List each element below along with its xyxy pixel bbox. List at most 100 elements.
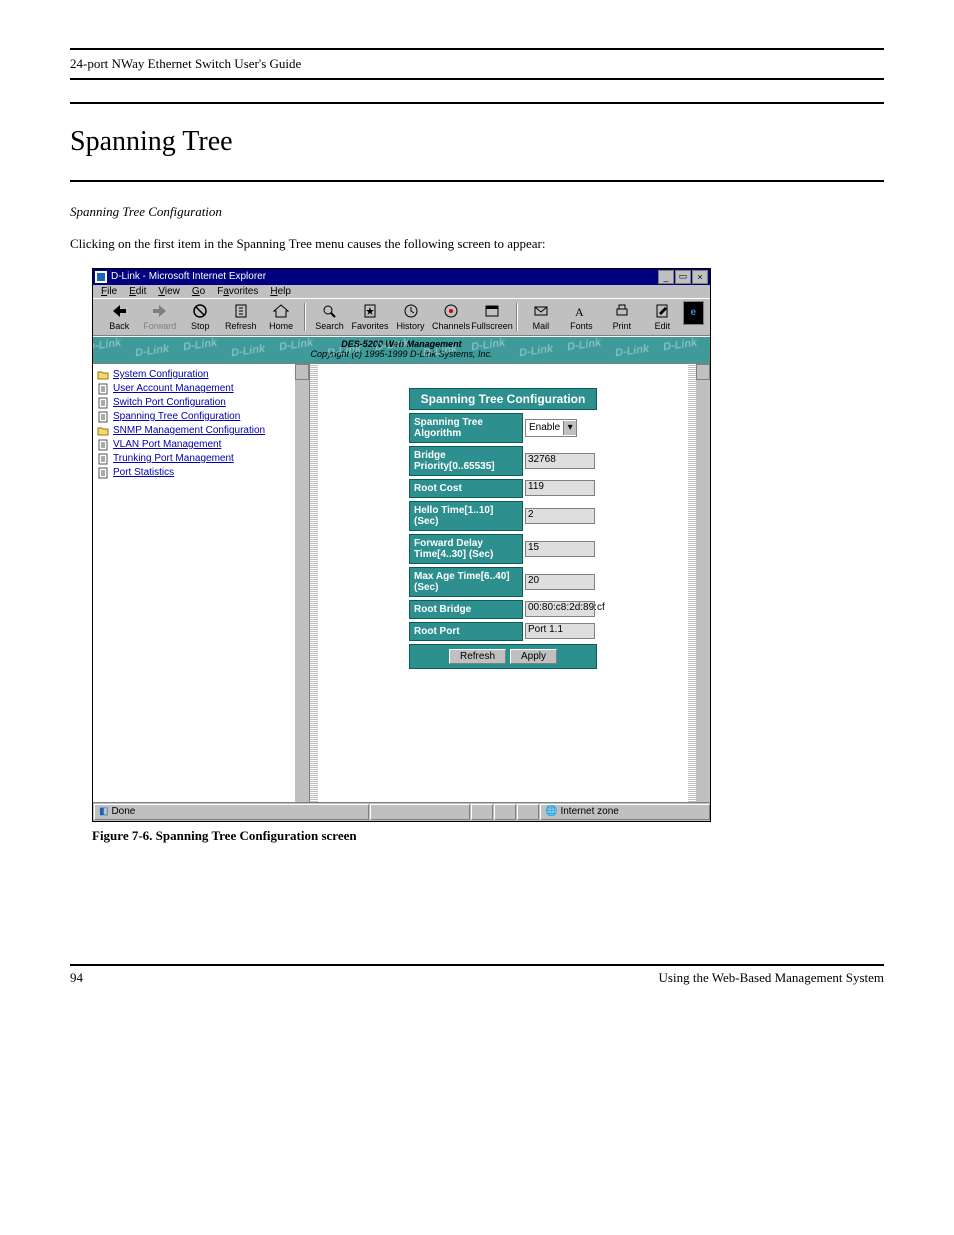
svg-text:A: A: [575, 305, 584, 319]
sidebar-item-2[interactable]: Switch Port Configuration: [97, 396, 305, 410]
globe-icon: 🌐: [545, 806, 557, 817]
panel-row-2: Root Cost119: [409, 479, 597, 498]
page-icon: [97, 439, 109, 451]
page-icon: [97, 397, 109, 409]
field-5[interactable]: 20: [525, 574, 595, 590]
menu-favorites[interactable]: Favorites: [217, 286, 258, 297]
sidebar-item-7[interactable]: Port Statistics: [97, 466, 305, 480]
search-icon: [320, 303, 340, 319]
watermark: D-Link: [662, 336, 698, 353]
main-scrollbar[interactable]: [696, 364, 710, 802]
menu-view[interactable]: View: [158, 286, 180, 297]
sidebar-item-0[interactable]: System Configuration: [97, 368, 305, 382]
close-button[interactable]: ×: [692, 270, 708, 284]
field-2: 119: [525, 480, 595, 496]
forward-icon: [150, 303, 170, 319]
back-icon: [109, 303, 129, 319]
ie-status-icon: ◧: [99, 806, 108, 817]
row-label: Root Cost: [409, 479, 523, 498]
row-label: Max Age Time[6..40] (Sec): [409, 567, 523, 597]
maximize-button[interactable]: ▭: [675, 270, 691, 284]
toolbar-refresh[interactable]: Refresh: [220, 301, 260, 333]
watermark: D-Link: [614, 342, 650, 359]
content-area: System ConfigurationUser Account Managem…: [93, 364, 710, 802]
field-1[interactable]: 32768: [525, 453, 595, 469]
sidebar-item-1[interactable]: User Account Management: [97, 382, 305, 396]
brand-banner: DES-5200 Web Management Copyright (c) 19…: [93, 336, 710, 364]
toolbar-channels[interactable]: Channels: [431, 301, 471, 333]
row-label: Forward Delay Time[4..30] (Sec): [409, 534, 523, 564]
ie-logo-icon: e: [683, 301, 704, 325]
status-empty-3: [494, 804, 516, 820]
toolbar-mail[interactable]: Mail: [521, 301, 561, 333]
config-panel: Spanning Tree Configuration Spanning Tre…: [409, 388, 597, 669]
page-footer: 94 Using the Web-Based Management System: [70, 964, 884, 986]
menu-help[interactable]: Help: [270, 286, 291, 297]
stp-algorithm-select[interactable]: Enable▾: [525, 419, 577, 437]
edit-icon: [652, 303, 672, 319]
toolbar-favorites[interactable]: Favorites: [350, 301, 390, 333]
stop-icon: [190, 303, 210, 319]
status-empty-2: [471, 804, 493, 820]
sidebar-scrollbar[interactable]: [295, 364, 309, 802]
row-label: Hello Time[1..10] (Sec): [409, 501, 523, 531]
section-title: Spanning Tree: [70, 126, 884, 158]
refresh-button[interactable]: Refresh: [449, 649, 506, 664]
menu-edit[interactable]: Edit: [129, 286, 146, 297]
sidebar-item-3[interactable]: Spanning Tree Configuration: [97, 410, 305, 424]
toolbar-fonts[interactable]: AFonts: [561, 301, 601, 333]
doc-title: 24-port NWay Ethernet Switch User's Guid…: [70, 56, 301, 72]
toolbar-back[interactable]: Back: [99, 301, 139, 333]
toolbar-stop[interactable]: Stop: [180, 301, 220, 333]
field-4[interactable]: 15: [525, 541, 595, 557]
watermark: D-Link: [566, 336, 602, 353]
footer-section: Using the Web-Based Management System: [659, 970, 884, 986]
toolbar: BackForwardStopRefreshHomeSearchFavorite…: [93, 298, 710, 336]
field-3[interactable]: 2: [525, 508, 595, 524]
toolbar-print[interactable]: Print: [602, 301, 642, 333]
watermark: D-Link: [230, 342, 266, 359]
minimize-button[interactable]: _: [658, 270, 674, 284]
status-empty-1: [370, 804, 470, 820]
panel-row-6: Root Bridge00:80:c8:2d:89:cf: [409, 600, 597, 619]
section-subtitle: Spanning Tree Configuration: [70, 204, 884, 220]
toolbar-history[interactable]: History: [390, 301, 430, 333]
main-pane: Spanning Tree Configuration Spanning Tre…: [310, 364, 710, 802]
panel-row-3: Hello Time[1..10] (Sec)2: [409, 501, 597, 531]
toolbar-search[interactable]: Search: [309, 301, 349, 333]
sidebar-item-4[interactable]: SNMP Management Configuration: [97, 424, 305, 438]
panel-row-1: Bridge Priority[0..65535]32768: [409, 446, 597, 476]
figure-caption: Figure 7-6. Spanning Tree Configuration …: [92, 828, 884, 844]
watermark: D-Link: [278, 336, 314, 353]
menu-go[interactable]: Go: [192, 286, 205, 297]
print-icon: [612, 303, 632, 319]
toolbar-home[interactable]: Home: [261, 301, 301, 333]
status-left: ◧ Done: [94, 804, 369, 820]
ie-page-icon: [95, 271, 107, 283]
folder-icon: [97, 369, 109, 381]
fullscreen-icon: [482, 303, 502, 319]
statusbar: ◧ Done 🌐 Internet zone: [93, 802, 710, 821]
watermark: D-Link: [134, 342, 170, 359]
window-title: D-Link - Microsoft Internet Explorer: [111, 271, 266, 282]
watermark: D-Link: [518, 342, 554, 359]
panel-title: Spanning Tree Configuration: [409, 388, 597, 410]
rule: [70, 102, 884, 104]
page-icon: [97, 467, 109, 479]
section-paragraph: Clicking on the first item in the Spanni…: [70, 234, 884, 254]
toolbar-edit[interactable]: Edit: [642, 301, 682, 333]
fonts-icon: A: [571, 303, 591, 319]
page-number: 94: [70, 970, 83, 986]
field-6: 00:80:c8:2d:89:cf: [525, 601, 595, 617]
menu-file[interactable]: File: [101, 286, 117, 297]
rule: [70, 180, 884, 182]
status-empty-4: [517, 804, 539, 820]
panel-row-5: Max Age Time[6..40] (Sec)20: [409, 567, 597, 597]
toolbar-fullscreen[interactable]: Fullscreen: [471, 301, 513, 333]
sidebar-item-6[interactable]: Trunking Port Management: [97, 452, 305, 466]
apply-button[interactable]: Apply: [510, 649, 557, 664]
page-header: 24-port NWay Ethernet Switch User's Guid…: [70, 48, 884, 80]
sidebar-item-5[interactable]: VLAN Port Management: [97, 438, 305, 452]
page-icon: [97, 453, 109, 465]
row-label: Root Bridge: [409, 600, 523, 619]
